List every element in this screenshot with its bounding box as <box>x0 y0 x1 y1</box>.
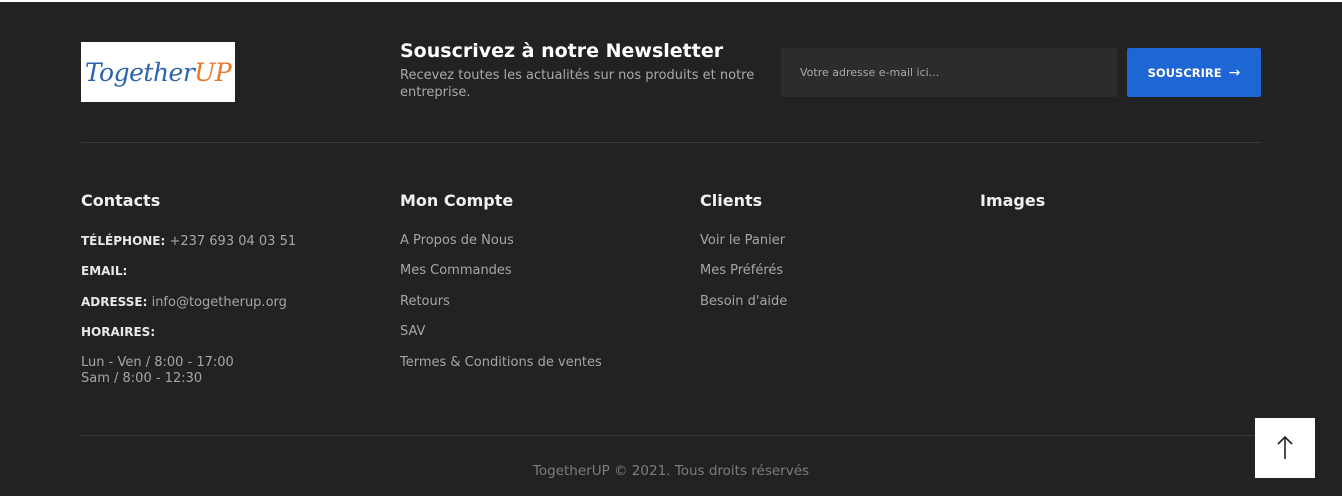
logo[interactable]: TogetherUP <box>81 42 235 102</box>
link-about[interactable]: A Propos de Nous <box>400 233 514 249</box>
footer-divider-top <box>81 142 1261 143</box>
newsletter-subtitle: Recevez toutes les actualités sur nos pr… <box>400 68 755 100</box>
address-value: info@togetherup.org <box>151 295 287 310</box>
footer-divider-bottom <box>81 435 1261 436</box>
link-cart[interactable]: Voir le Panier <box>700 233 785 249</box>
link-orders[interactable]: Mes Commandes <box>400 263 512 279</box>
account-title: Mon Compte <box>400 191 514 210</box>
contact-hours: HORAIRES: <box>81 324 155 341</box>
contact-phone: TÉLÉPHONE: +237 693 04 03 51 <box>81 233 296 250</box>
newsletter-title: Souscrivez à notre Newsletter <box>400 40 724 62</box>
subscribe-button-label: SOUSCRIRE <box>1147 65 1222 80</box>
phone-value: +237 693 04 03 51 <box>169 234 297 249</box>
contact-email: EMAIL: <box>81 263 127 280</box>
arrow-right-icon: → <box>1228 64 1241 81</box>
scroll-to-top-button[interactable] <box>1255 418 1315 478</box>
link-after-sales[interactable]: SAV <box>400 324 425 340</box>
link-help[interactable]: Besoin d'aide <box>700 294 787 310</box>
images-title: Images <box>980 191 1046 210</box>
link-returns[interactable]: Retours <box>400 294 450 310</box>
logo-wordmark: TogetherUP <box>84 57 232 87</box>
subscribe-button[interactable]: SOUSCRIRE → <box>1127 48 1261 97</box>
link-favorites[interactable]: Mes Préférés <box>700 263 783 279</box>
hours-label: HORAIRES: <box>81 325 156 339</box>
copyright-text: TogetherUP © 2021. Tous droits réservés <box>532 463 810 479</box>
link-terms[interactable]: Termes & Conditions de ventes <box>400 355 602 371</box>
phone-label: TÉLÉPHONE: <box>81 234 166 248</box>
arrow-up-icon <box>1277 435 1293 459</box>
contact-address: ADRESSE: info@togetherup.org <box>81 294 287 311</box>
newsletter-email-input[interactable] <box>781 48 1117 97</box>
address-label: ADRESSE: <box>81 295 148 309</box>
clients-title: Clients <box>700 191 763 210</box>
email-label: EMAIL: <box>81 264 128 278</box>
contacts-title: Contacts <box>81 191 161 210</box>
hours-weekday: Lun - Ven / 8:00 - 17:00 <box>81 355 234 370</box>
hours-saturday: Sam / 8:00 - 12:30 <box>81 371 203 386</box>
site-footer: TogetherUP Souscrivez à notre Newsletter… <box>0 2 1342 496</box>
